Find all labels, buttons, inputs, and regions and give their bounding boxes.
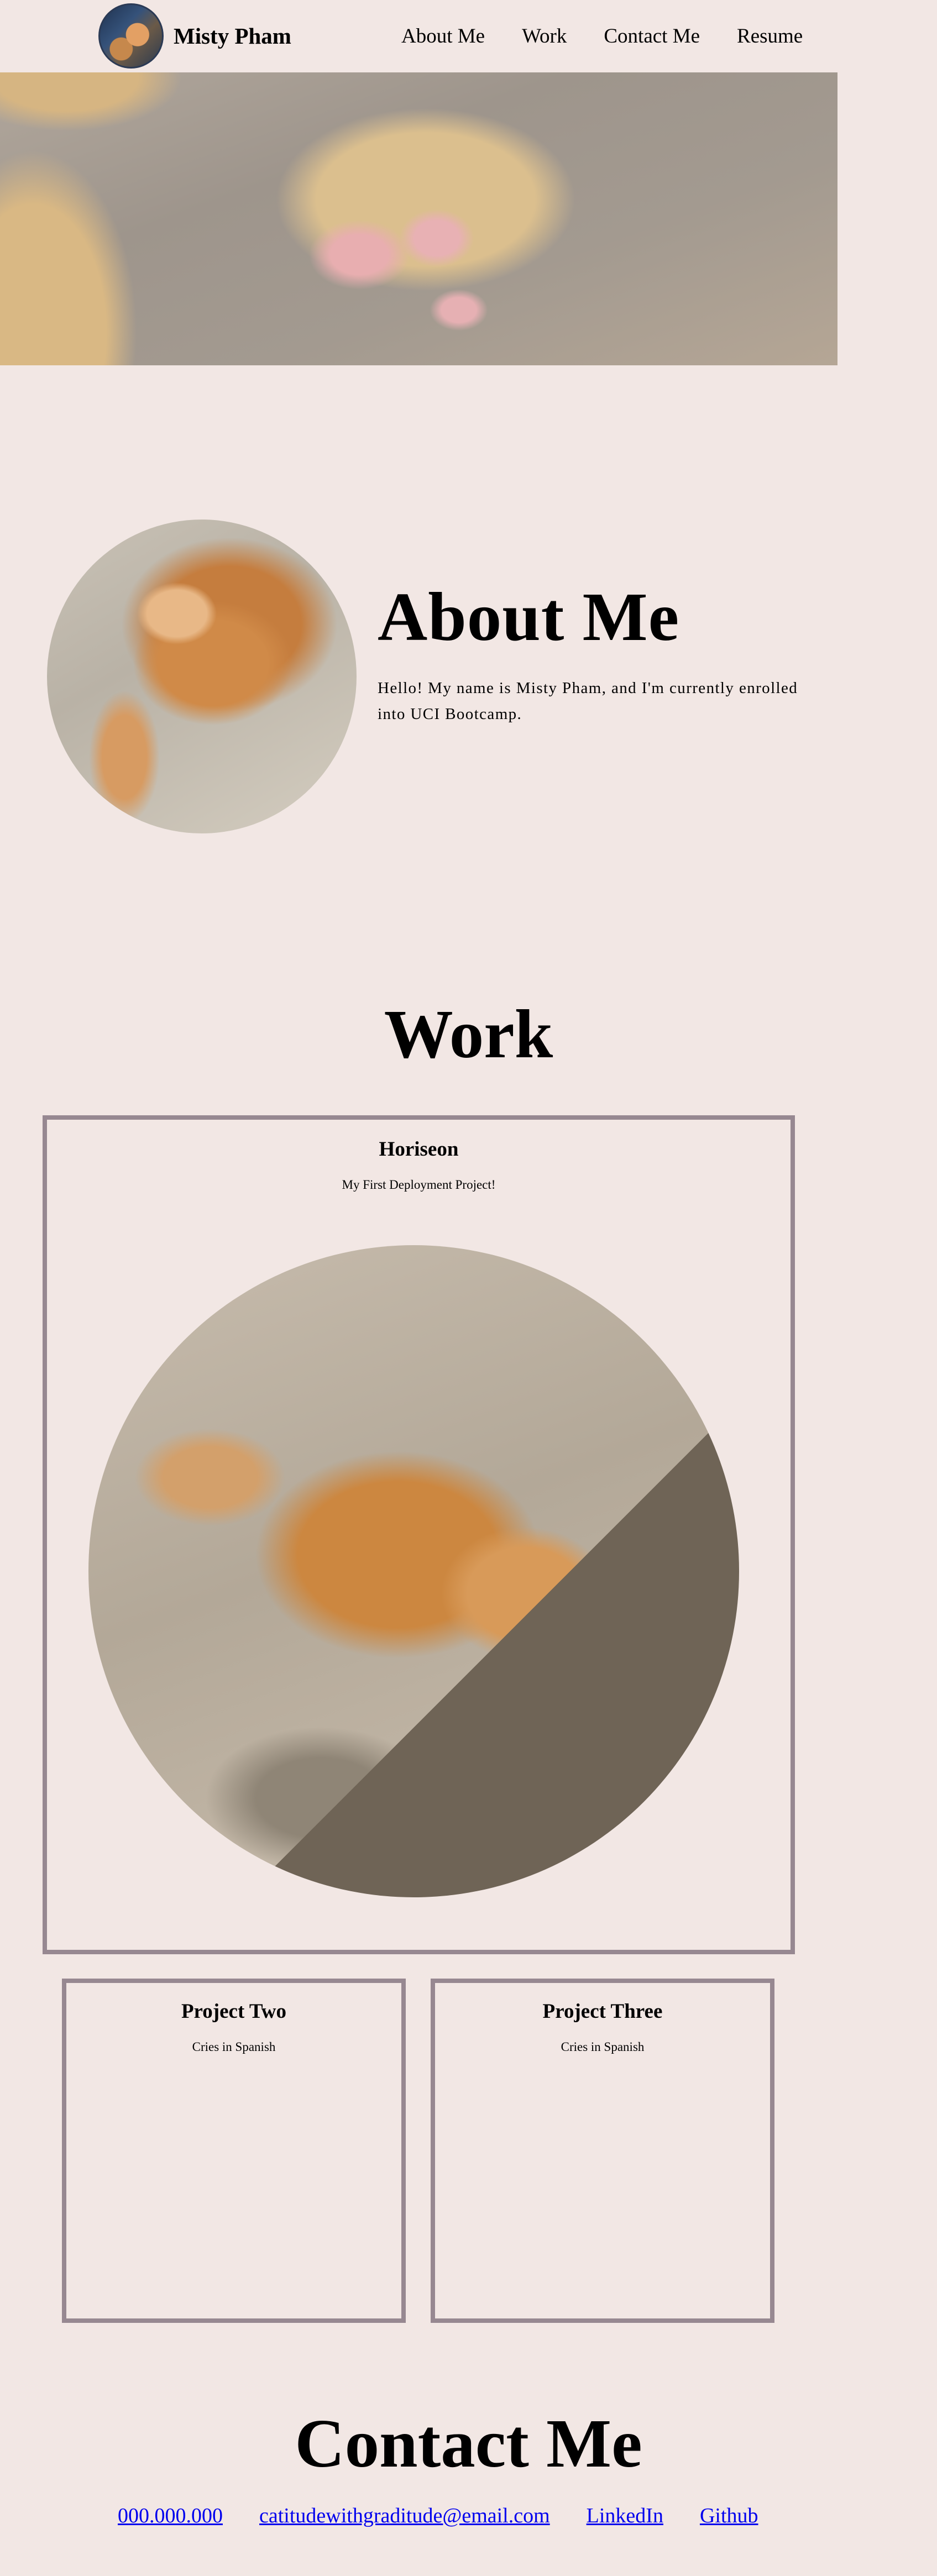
site-header: Misty Pham About Me Work Contact Me Resu… xyxy=(0,0,937,72)
github-link[interactable]: Github xyxy=(700,2504,758,2528)
project-title: Horiseon xyxy=(379,1138,459,1161)
project-card-two[interactable]: Project Two Cries in Spanish xyxy=(62,1979,406,2323)
about-text: About Me Hello! My name is Misty Pham, a… xyxy=(378,583,820,727)
linkedin-link[interactable]: LinkedIn xyxy=(587,2504,663,2528)
phone-link[interactable]: 000.000.000 xyxy=(118,2504,223,2528)
project-description: My First Deployment Project! xyxy=(342,1178,496,1192)
project-card-horiseon[interactable]: Horiseon My First Deployment Project! xyxy=(43,1115,795,1954)
nav-link-about-me[interactable]: About Me xyxy=(401,24,485,48)
contact-links: 000.000.000 catitudewithgraditude@email.… xyxy=(118,2504,758,2528)
project-cat-photo xyxy=(88,1245,739,1897)
project-card-three[interactable]: Project Three Cries in Spanish xyxy=(431,1979,774,2323)
about-title: About Me xyxy=(378,579,680,655)
about-body: Hello! My name is Misty Pham, and I'm cu… xyxy=(378,679,798,723)
main-nav: About Me Work Contact Me Resume xyxy=(401,0,803,72)
project-description: Cries in Spanish xyxy=(561,2040,645,2054)
project-description: Cries in Spanish xyxy=(192,2040,276,2054)
project-title: Project Three xyxy=(542,2000,663,2023)
work-title: Work xyxy=(384,996,553,1073)
contact-title: Contact Me xyxy=(295,2406,642,2482)
brand[interactable]: Misty Pham xyxy=(98,3,291,69)
brand-name: Misty Pham xyxy=(174,23,291,49)
email-link[interactable]: catitudewithgraditude@email.com xyxy=(259,2504,550,2528)
nav-link-work[interactable]: Work xyxy=(522,24,567,48)
cat-avatar-icon xyxy=(98,3,164,69)
project-title: Project Two xyxy=(181,2000,287,2023)
about-cat-photo xyxy=(47,520,357,833)
nav-link-contact-me[interactable]: Contact Me xyxy=(604,24,700,48)
hero-banner-image xyxy=(0,72,837,365)
nav-link-resume[interactable]: Resume xyxy=(737,24,803,48)
